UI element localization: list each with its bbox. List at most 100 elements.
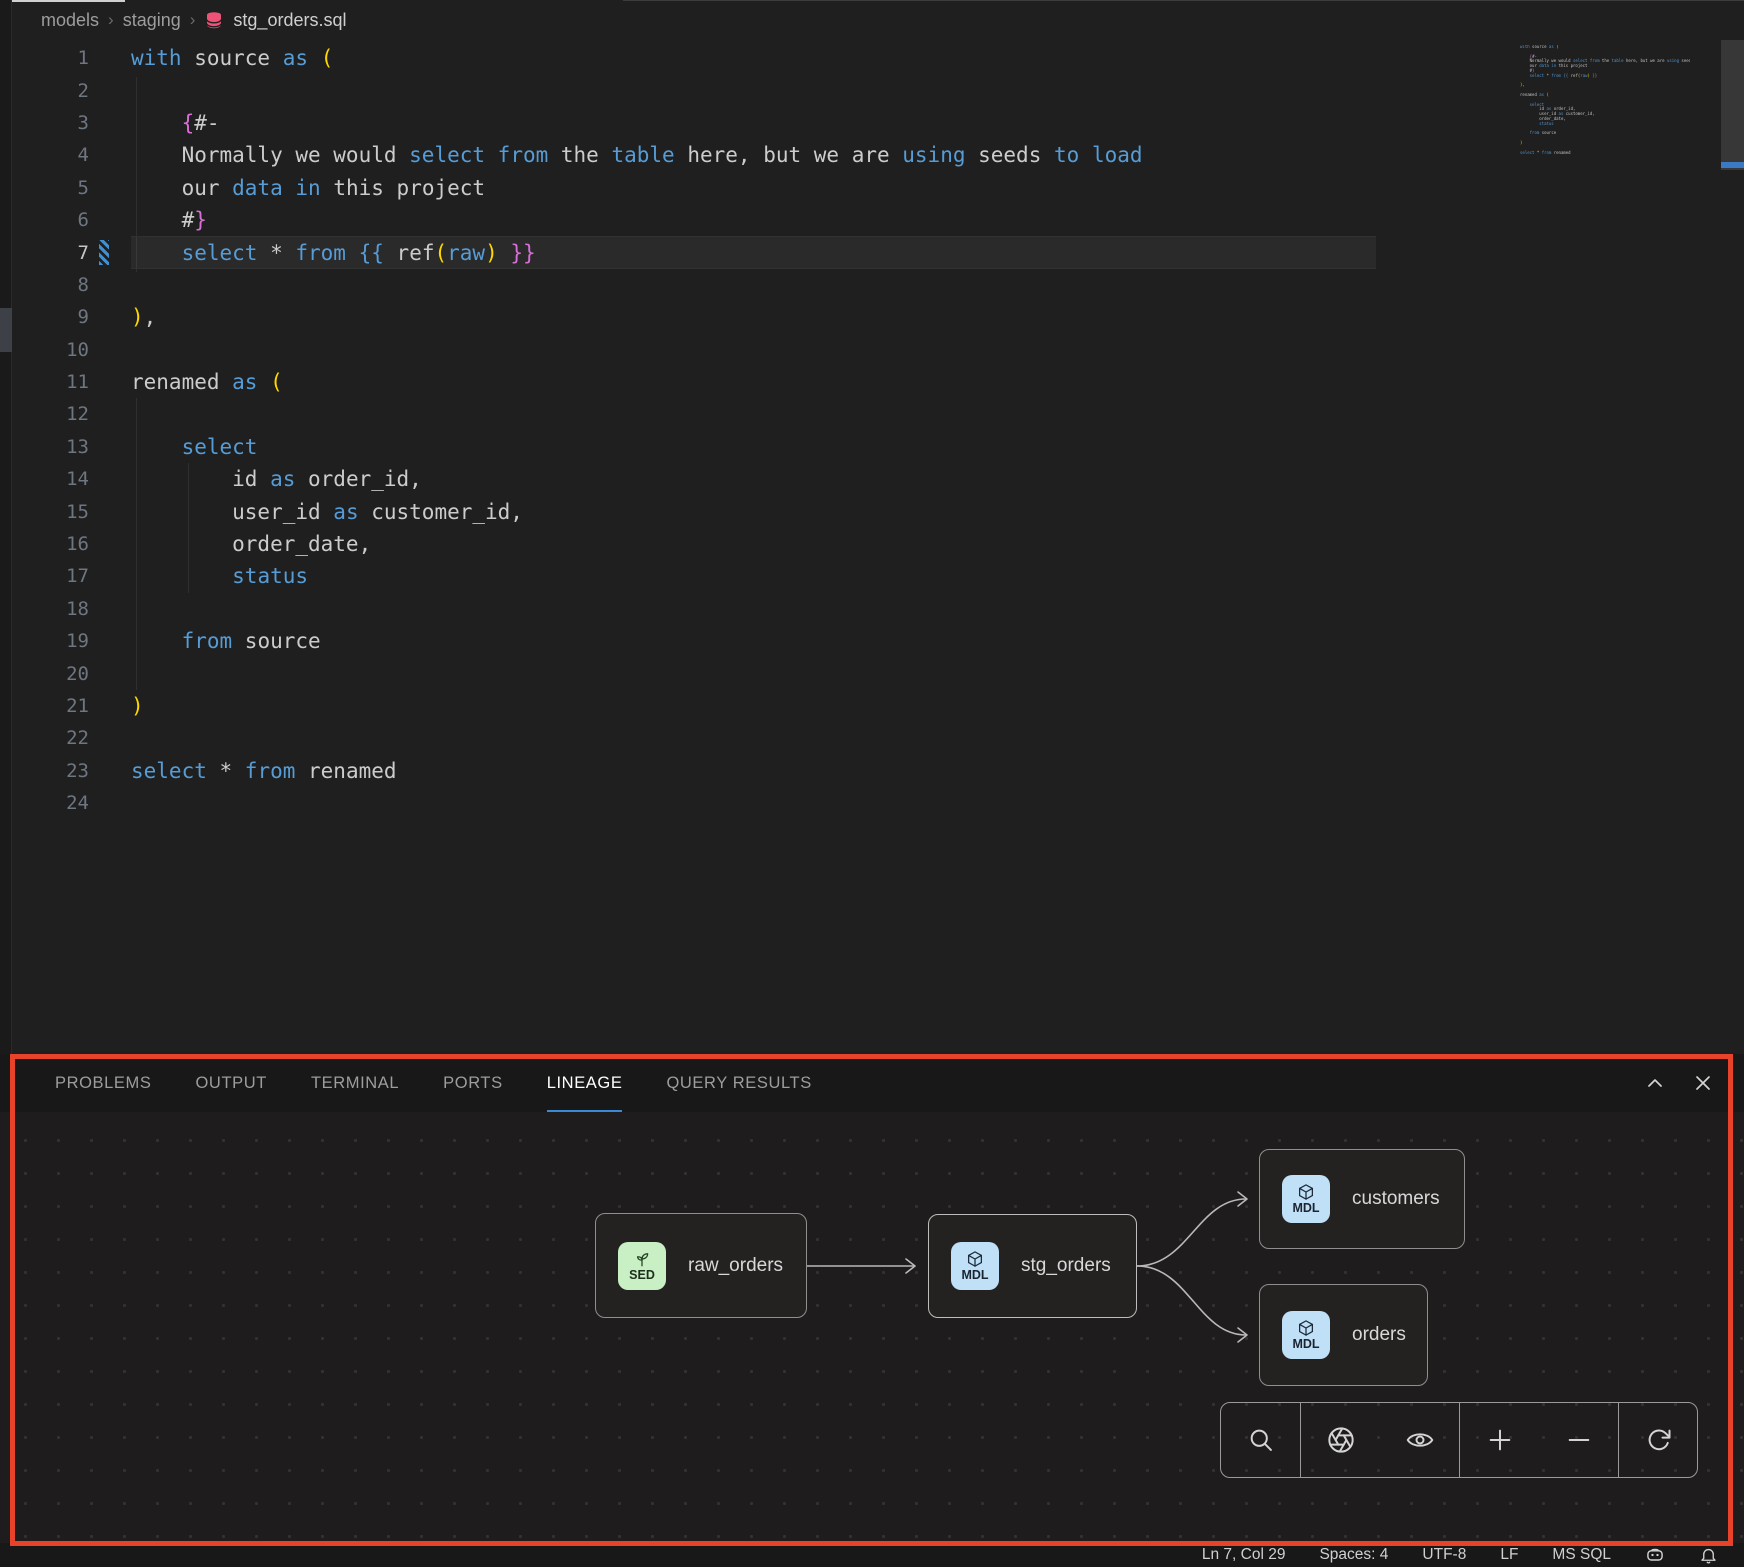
notifications-button[interactable] <box>1699 1546 1718 1565</box>
code-text: status <box>1520 122 1554 127</box>
code-line[interactable]: 22 <box>13 722 1744 754</box>
tab-terminal[interactable]: TERMINAL <box>311 1054 399 1112</box>
plus-icon <box>1486 1426 1514 1454</box>
line-number: 23 <box>13 760 89 782</box>
code-line[interactable]: 10 <box>13 334 1744 366</box>
lineage-canvas[interactable]: SED raw_orders MDL stg_orders <box>0 1112 1744 1543</box>
line-number: 4 <box>13 144 89 166</box>
code-line[interactable]: 15 user_id as customer_id, <box>13 495 1744 527</box>
chevron-right-icon: › <box>108 10 114 30</box>
line-number: 11 <box>13 371 89 393</box>
code-text: {#- <box>131 111 220 135</box>
lineage-edges <box>0 1112 1744 1543</box>
gutter-decoration-slot <box>89 139 131 171</box>
gutter-decoration-slot <box>89 463 131 495</box>
status-encoding[interactable]: UTF-8 <box>1422 1546 1466 1564</box>
code-line[interactable]: 11renamed as ( <box>13 366 1744 398</box>
code-text: select * from {{ ref(raw) }} <box>1520 74 1597 79</box>
code-line[interactable]: 21) <box>13 690 1744 722</box>
code-line[interactable]: 24 <box>13 787 1744 819</box>
tab-problems[interactable]: PROBLEMS <box>55 1054 152 1112</box>
code-text: ), <box>131 305 156 329</box>
code-lines[interactable]: 1with source as (23 {#-4 Normally we wou… <box>13 42 1744 819</box>
zoom-in-button[interactable] <box>1460 1403 1539 1477</box>
code-text: select * from renamed <box>1520 151 1571 156</box>
line-number: 6 <box>13 209 89 231</box>
breadcrumb-item-staging[interactable]: staging <box>123 10 181 31</box>
line-number: 22 <box>13 727 89 749</box>
code-line[interactable]: 16 order_date, <box>13 528 1744 560</box>
tab-output[interactable]: OUTPUT <box>196 1054 267 1112</box>
code-line[interactable]: 8 <box>13 269 1744 301</box>
code-text: id as order_id, <box>131 467 422 491</box>
code-line[interactable]: 19 from source <box>13 625 1744 657</box>
code-line[interactable]: 20 <box>13 657 1744 689</box>
minimap[interactable]: with source as ( {#- Normally we would s… <box>1520 45 1690 167</box>
code-line[interactable]: 5 our data in this project <box>13 172 1744 204</box>
chevron-right-icon: › <box>190 10 196 30</box>
scrollbar-thumb[interactable] <box>1721 40 1744 170</box>
line-number: 10 <box>13 339 89 361</box>
gutter-decoration-slot <box>89 172 131 204</box>
status-language-mode[interactable]: MS SQL <box>1552 1546 1611 1564</box>
node-label: orders <box>1352 1324 1406 1346</box>
status-indentation[interactable]: Spaces: 4 <box>1319 1546 1388 1564</box>
search-button[interactable] <box>1221 1403 1300 1477</box>
eye-icon <box>1406 1426 1434 1454</box>
left-strip-marker <box>0 308 12 352</box>
gutter-decoration-slot <box>89 334 131 366</box>
tab-ports[interactable]: PORTS <box>443 1054 503 1112</box>
code-line[interactable]: 4 Normally we would select from the tabl… <box>13 139 1744 171</box>
code-line[interactable]: 14 id as order_id, <box>13 463 1744 495</box>
code-line[interactable]: 6 #} <box>13 204 1744 236</box>
code-line[interactable]: 23 select * from renamed <box>13 755 1744 787</box>
code-line[interactable]: 2 <box>13 74 1744 106</box>
code-line[interactable]: 18 <box>13 593 1744 625</box>
gutter-decoration-slot <box>89 787 131 819</box>
gutter-decoration-slot <box>89 560 131 592</box>
node-label: raw_orders <box>688 1255 783 1277</box>
code-line[interactable]: 3 {#- <box>13 107 1744 139</box>
code-text: Normally we would select from the table … <box>131 143 1143 167</box>
tab-lineage[interactable]: LINEAGE <box>547 1054 623 1112</box>
line-number: 21 <box>13 695 89 717</box>
refresh-button[interactable] <box>1619 1403 1698 1477</box>
gutter-decoration-slot <box>89 657 131 689</box>
code-editor[interactable]: 1with source as (23 {#-4 Normally we wou… <box>13 40 1744 1054</box>
line-number: 24 <box>13 792 89 814</box>
code-line[interactable]: 7 select * from {{ ref(raw) }} <box>13 236 1744 268</box>
status-cursor-position[interactable]: Ln 7, Col 29 <box>1202 1546 1286 1564</box>
tab-query-results[interactable]: QUERY RESULTS <box>666 1054 811 1112</box>
copilot-button[interactable] <box>1645 1545 1665 1565</box>
gutter-decoration-slot <box>89 755 131 787</box>
panel-collapse-button[interactable] <box>1642 1070 1668 1096</box>
line-number: 17 <box>13 565 89 587</box>
line-number: 2 <box>13 80 89 102</box>
status-eol[interactable]: LF <box>1500 1546 1518 1564</box>
visibility-button[interactable] <box>1380 1403 1459 1477</box>
lineage-node-raw-orders[interactable]: SED raw_orders <box>595 1213 807 1318</box>
panel-close-button[interactable] <box>1690 1070 1716 1096</box>
line-number: 18 <box>13 598 89 620</box>
lineage-node-customers[interactable]: MDL customers <box>1259 1149 1465 1249</box>
code-line[interactable]: 13 select <box>13 431 1744 463</box>
code-line[interactable]: 12 <box>13 398 1744 430</box>
code-line[interactable]: 17 status <box>13 560 1744 592</box>
code-line[interactable]: 1with source as ( <box>13 42 1744 74</box>
lineage-node-stg-orders[interactable]: MDL stg_orders <box>928 1214 1137 1318</box>
gutter-decoration-slot <box>89 495 131 527</box>
lineage-node-orders[interactable]: MDL orders <box>1259 1284 1428 1386</box>
code-text: #} <box>131 208 207 232</box>
code-line[interactable]: 9), <box>13 301 1744 333</box>
line-number: 14 <box>13 468 89 490</box>
breadcrumb-item-models[interactable]: models <box>41 10 99 31</box>
code-text: select * from {{ ref(raw) }} <box>131 241 536 265</box>
code-text: our data in this project <box>131 176 485 200</box>
line-number: 8 <box>13 274 89 296</box>
zoom-out-button[interactable] <box>1539 1403 1618 1477</box>
breadcrumb-file-name[interactable]: stg_orders.sql <box>233 10 346 31</box>
gutter-decoration-slot <box>89 398 131 430</box>
aperture-button[interactable] <box>1301 1403 1380 1477</box>
code-text: renamed as ( <box>1520 93 1549 98</box>
code-text: select * from renamed <box>131 759 397 783</box>
